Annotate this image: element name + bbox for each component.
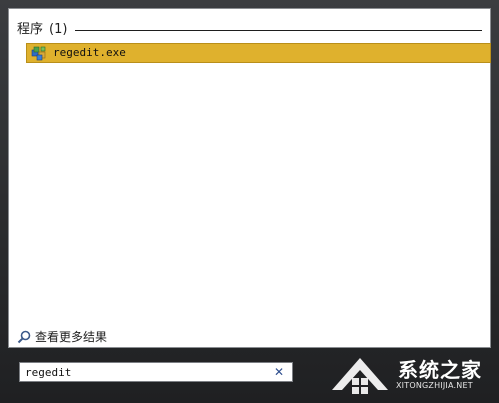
section-title: 程序 (1) — [17, 22, 67, 38]
see-more-label: 查看更多结果 — [35, 329, 108, 344]
watermark-subtitle: XITONGZHIJIA.NET — [396, 381, 473, 390]
search-results-panel: 程序 (1) regedit.exe 查看更多结果 — [8, 8, 491, 348]
watermark-title: 系统之家 — [398, 358, 482, 382]
start-menu-search: 程序 (1) regedit.exe 查看更多结果 regedit ✕ 系统之家… — [0, 0, 499, 403]
watermark-logo-icon — [332, 358, 388, 394]
search-icon — [17, 329, 31, 344]
search-input[interactable] — [20, 363, 265, 381]
registry-editor-icon — [31, 45, 47, 61]
section-divider — [75, 29, 482, 31]
section-header-programs: 程序 (1) — [17, 22, 482, 38]
see-more-results-link[interactable]: 查看更多结果 — [17, 327, 107, 345]
result-item-regedit[interactable]: regedit.exe — [26, 43, 491, 63]
watermark: 系统之家 XITONGZHIJIA.NET — [326, 350, 496, 398]
section-title-label: 程序 — [17, 22, 44, 37]
search-box: ✕ — [19, 362, 293, 382]
close-icon[interactable]: ✕ — [272, 365, 286, 379]
section-count: (1) — [49, 22, 68, 37]
result-item-label: regedit.exe — [53, 46, 126, 59]
